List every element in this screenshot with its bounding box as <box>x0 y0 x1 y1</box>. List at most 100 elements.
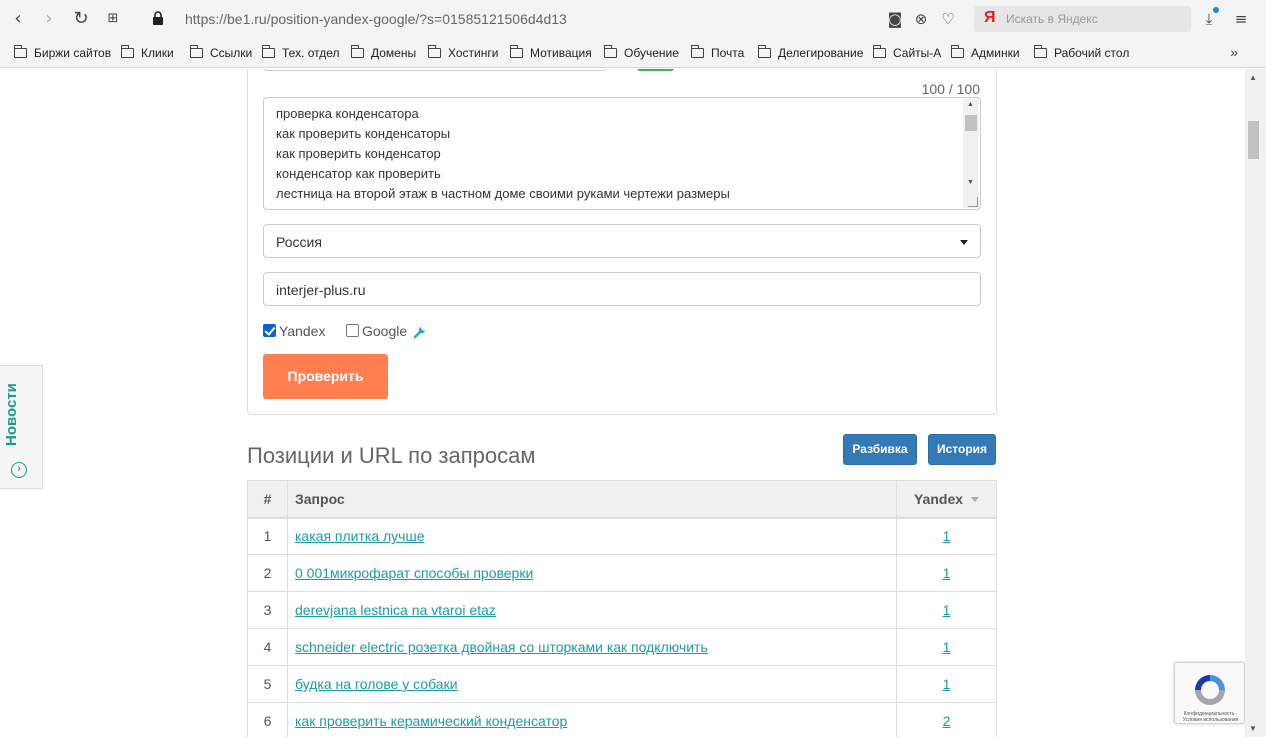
position-cell: 2 <box>896 702 997 737</box>
checkbox-checked-icon[interactable] <box>263 324 276 337</box>
recaptcha-badge[interactable]: Конфиденциальность - Условия использован… <box>1174 662 1245 724</box>
news-side-tab[interactable]: Новости › <box>0 365 43 489</box>
page-scrollbar[interactable]: ▲ ▼ <box>1245 69 1266 737</box>
row-number: 5 <box>247 665 288 703</box>
scroll-up-icon[interactable]: ▲ <box>1249 73 1257 82</box>
heart-icon[interactable]: ♡ <box>938 9 958 29</box>
check-button[interactable]: Проверить <box>263 354 388 399</box>
query-link[interactable]: 0 001микрофарат способы проверки <box>295 565 533 581</box>
address-bar[interactable]: https://be1.ru/position-yandex-google/?s… <box>185 11 567 27</box>
partial-green-button[interactable] <box>637 69 674 71</box>
reload-icon[interactable]: ↻ <box>71 9 91 29</box>
keyword-line: конденсатор как проверить <box>276 166 441 181</box>
folder-icon <box>510 45 523 58</box>
bookmark-folder[interactable]: Обучение <box>604 45 679 60</box>
lock-icon <box>153 11 163 25</box>
query-link[interactable]: как проверить керамический конденсатор <box>295 713 567 729</box>
folder-icon <box>351 45 364 58</box>
position-cell: 1 <box>896 554 997 592</box>
bookmark-folder[interactable]: Почта <box>691 45 744 60</box>
domain-input[interactable]: interjer-plus.ru <box>263 272 981 306</box>
query-link[interactable]: какая плитка лучше <box>295 528 424 544</box>
camera-icon[interactable]: ◙ <box>885 9 905 29</box>
textarea-scrollbar[interactable]: ▲ ▼ <box>963 99 979 208</box>
domain-value: interjer-plus.ru <box>276 282 366 298</box>
position-cell: 1 <box>896 591 997 629</box>
table-row: 6 как проверить керамический конденсатор… <box>247 702 997 737</box>
bookmark-folder[interactable]: Домены <box>351 45 416 60</box>
keyword-line: лестница на второй этаж в частном доме с… <box>276 186 730 201</box>
menu-icon[interactable]: ≡ <box>1231 9 1251 29</box>
search-placeholder: Искать в Яндекс <box>1006 12 1098 26</box>
position-link[interactable]: 1 <box>943 565 951 581</box>
results-title: Позиции и URL по запросам <box>247 443 536 468</box>
folder-icon <box>428 45 441 58</box>
page-viewport: 100 / 100 проверка конденсатора как пров… <box>0 69 1245 737</box>
row-number: 2 <box>247 554 288 592</box>
textarea-scroll-thumb[interactable] <box>965 115 977 131</box>
position-link[interactable]: 2 <box>943 713 951 729</box>
sort-icon[interactable] <box>971 496 980 502</box>
query-link[interactable]: schneider electric розетка двойная со шт… <box>295 639 708 655</box>
bookmarks-bar: Биржи сайтов Клики Ссылки Тех. отдел Дом… <box>0 38 1266 68</box>
scroll-down-icon[interactable]: ▼ <box>1249 724 1257 733</box>
folder-icon <box>604 45 617 58</box>
google-checkbox[interactable]: Google <box>346 323 407 339</box>
bookmark-folder[interactable]: Сайты-А <box>873 45 941 60</box>
position-cell: 1 <box>896 517 997 555</box>
query-link[interactable]: будка на голове у собаки <box>295 676 458 692</box>
query-link[interactable]: derevjana lestnica na vtaroi etaz <box>295 602 496 618</box>
position-link[interactable]: 1 <box>943 676 951 692</box>
page-scroll-thumb[interactable] <box>1248 121 1259 159</box>
wrench-icon[interactable] <box>413 325 427 339</box>
query-cell: будка на голове у собаки <box>287 665 897 703</box>
column-header-query[interactable]: Запрос <box>287 480 897 519</box>
position-cell: 1 <box>896 665 997 703</box>
region-select[interactable]: Россия <box>263 224 981 258</box>
folder-icon <box>121 45 134 58</box>
position-cell: 1 <box>896 628 997 666</box>
results-table: # Запрос Yandex 1 какая плитка лучше 1 2… <box>247 480 997 737</box>
query-cell: derevjana lestnica na vtaroi etaz <box>287 591 897 629</box>
bookmark-folder[interactable]: Хостинги <box>428 45 498 60</box>
forward-icon[interactable]: › <box>39 9 59 29</box>
bookmark-folder[interactable]: Мотивация <box>510 45 592 60</box>
tabs-grid-icon[interactable]: ⊞ <box>103 9 123 29</box>
bookmark-folder[interactable]: Ссылки <box>190 45 252 60</box>
query-cell: 0 001микрофарат способы проверки <box>287 554 897 592</box>
history-button[interactable]: История <box>928 434 996 465</box>
recaptcha-logo-icon <box>1195 675 1225 705</box>
bookmark-folder[interactable]: Админки <box>951 45 1020 60</box>
region-value: Россия <box>276 234 322 250</box>
scroll-up-icon[interactable]: ▲ <box>967 101 974 108</box>
browser-toolbar: ‹ › ↻ ⊞ https://be1.ru/position-yandex-g… <box>0 0 1266 38</box>
column-header-yandex[interactable]: Yandex <box>896 480 997 519</box>
partial-input[interactable] <box>263 69 608 71</box>
column-header-num: # <box>247 480 288 519</box>
bookmark-folder[interactable]: Рабочий стол <box>1034 45 1129 60</box>
position-link[interactable]: 1 <box>943 602 951 618</box>
resize-handle-icon[interactable] <box>968 197 978 207</box>
notification-dot <box>1213 7 1219 13</box>
yandex-search-input[interactable]: Я Искать в Яндекс <box>974 6 1191 32</box>
table-row: 2 0 001микрофарат способы проверки 1 <box>247 554 997 592</box>
scroll-down-icon[interactable]: ▼ <box>967 179 974 186</box>
keyword-line: как проверить конденсаторы <box>276 126 451 141</box>
checkbox-unchecked-icon[interactable] <box>346 324 359 337</box>
bookmark-folder[interactable]: Тех. отдел <box>262 45 340 60</box>
block-icon[interactable]: ⊗ <box>911 9 931 29</box>
back-icon[interactable]: ‹ <box>8 9 28 29</box>
position-link[interactable]: 1 <box>943 528 951 544</box>
bookmark-folder[interactable]: Биржи сайтов <box>14 45 111 60</box>
keyword-line: проверка конденсатора <box>276 106 419 121</box>
bookmark-folder[interactable]: Делегирование <box>758 45 863 60</box>
position-link[interactable]: 1 <box>943 639 951 655</box>
breakdown-button[interactable]: Разбивка <box>843 434 917 465</box>
table-row: 1 какая плитка лучше 1 <box>247 517 997 555</box>
bookmark-folder[interactable]: Клики <box>121 45 174 60</box>
keywords-textarea[interactable]: проверка конденсатора как проверить конд… <box>263 97 981 210</box>
folder-icon <box>190 45 203 58</box>
yandex-checkbox[interactable]: Yandex <box>263 323 325 339</box>
bookmarks-more-icon[interactable]: » <box>1230 44 1238 60</box>
folder-icon <box>262 45 275 58</box>
